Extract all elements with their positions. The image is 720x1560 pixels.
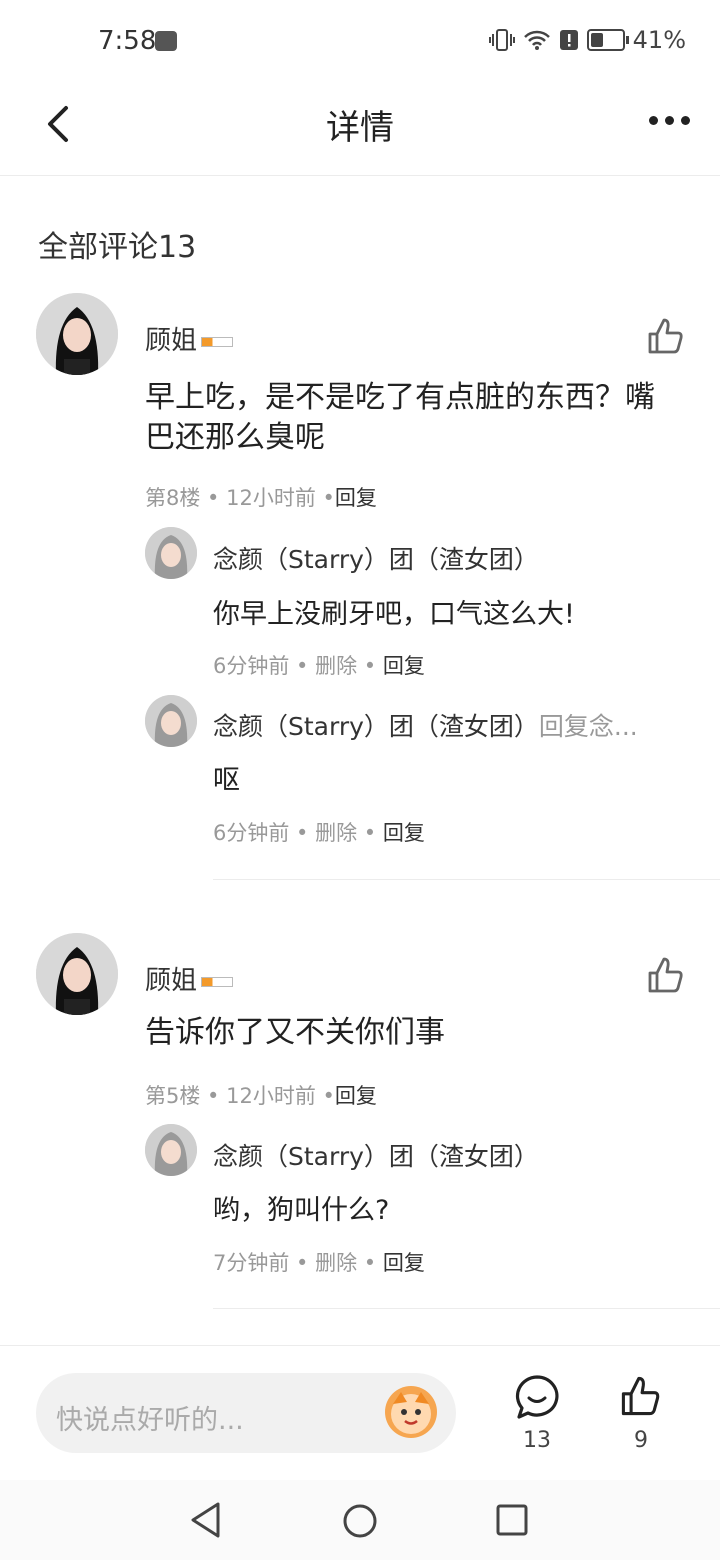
reply-button[interactable]: 回复 <box>383 1251 425 1275</box>
comment-meta: 第8楼 • 12小时前 •回复 <box>145 486 377 510</box>
thumbs-up-icon[interactable] <box>646 955 686 995</box>
floor-label: 第5楼 <box>145 1084 201 1108</box>
reply-meta: 6分钟前 • 删除 • 回复 <box>213 654 425 678</box>
avatar[interactable] <box>145 527 197 579</box>
cigarette-icon <box>201 976 234 987</box>
thumbs-up-icon[interactable] <box>646 316 686 356</box>
vibrate-icon <box>488 29 515 51</box>
comment-time: 12小时前 <box>226 1084 316 1108</box>
comment-input-placeholder: 快说点好听的... <box>56 1405 244 1436</box>
battery-icon <box>586 29 629 51</box>
status-indicators: 41% <box>488 26 686 54</box>
like-icon[interactable] <box>619 1374 663 1418</box>
reply-username[interactable]: 念颜（Starry）团（渣女团） <box>213 540 539 576</box>
comment-username[interactable]: 顾姐 <box>145 320 234 357</box>
reply-meta: 7分钟前 • 删除 • 回复 <box>213 1251 425 1275</box>
delete-button[interactable]: 删除 <box>315 1251 357 1275</box>
wifi-icon <box>523 30 550 50</box>
nav-recents-icon[interactable] <box>495 1503 529 1537</box>
comment-meta: 第5楼 • 12小时前 •回复 <box>145 1084 377 1108</box>
avatar[interactable] <box>145 695 197 747</box>
floor-label: 第8楼 <box>145 486 201 510</box>
nav-home-icon[interactable] <box>341 1502 379 1540</box>
reply-button[interactable]: 回复 <box>335 486 377 510</box>
delete-button[interactable]: 删除 <box>315 654 357 678</box>
reply-username[interactable]: 念颜（Starry）团（渣女团） <box>213 1137 539 1173</box>
reply-button[interactable]: 回复 <box>335 1084 377 1108</box>
comment-time: 12小时前 <box>226 486 316 510</box>
avatar[interactable] <box>36 293 118 375</box>
emoji-sticker-icon[interactable] <box>385 1386 437 1438</box>
battery-fill <box>590 33 603 47</box>
comment-divider <box>213 879 720 880</box>
notification-icon <box>155 31 177 51</box>
reply-text: 你早上没刷牙吧，口气这么大! <box>213 599 575 630</box>
sim-alert-icon <box>559 30 578 50</box>
reply-meta: 6分钟前 • 删除 • 回复 <box>213 821 425 845</box>
comment-text: 告诉你了又不关你们事 <box>145 1015 445 1050</box>
status-time: 7:58 <box>98 26 157 56</box>
comment-username[interactable]: 顾姐 <box>145 960 234 997</box>
reply-text: 呕 <box>213 765 240 796</box>
avatar[interactable] <box>36 933 118 1015</box>
nav-back-icon[interactable] <box>188 1500 224 1540</box>
reply-button[interactable]: 回复 <box>383 821 425 845</box>
battery-percent: 41% <box>632 26 686 54</box>
reply-username[interactable]: 念颜（Starry）团（渣女团）回复念... <box>213 707 638 743</box>
reply-button[interactable]: 回复 <box>383 654 425 678</box>
comment-bubble-icon[interactable] <box>514 1374 560 1420</box>
comments-section-title: 全部评论13 <box>38 230 197 265</box>
page-title: 详情 <box>326 108 394 148</box>
avatar[interactable] <box>145 1124 197 1176</box>
reply-text: 哟，狗叫什么? <box>213 1195 390 1226</box>
bottom-bar-divider <box>0 1345 720 1346</box>
comment-count: 13 <box>523 1428 551 1453</box>
comment-divider <box>213 1308 720 1309</box>
more-options-button[interactable] <box>649 116 690 125</box>
cigarette-icon <box>201 336 234 347</box>
delete-button[interactable]: 删除 <box>315 821 357 845</box>
reply-to-label: 回复念... <box>538 712 638 741</box>
header-divider <box>0 175 720 176</box>
comment-text: 早上吃，是不是吃了有点脏的东西？嘴 巴还那么臭呢 <box>145 380 655 455</box>
like-count: 9 <box>634 1428 648 1453</box>
